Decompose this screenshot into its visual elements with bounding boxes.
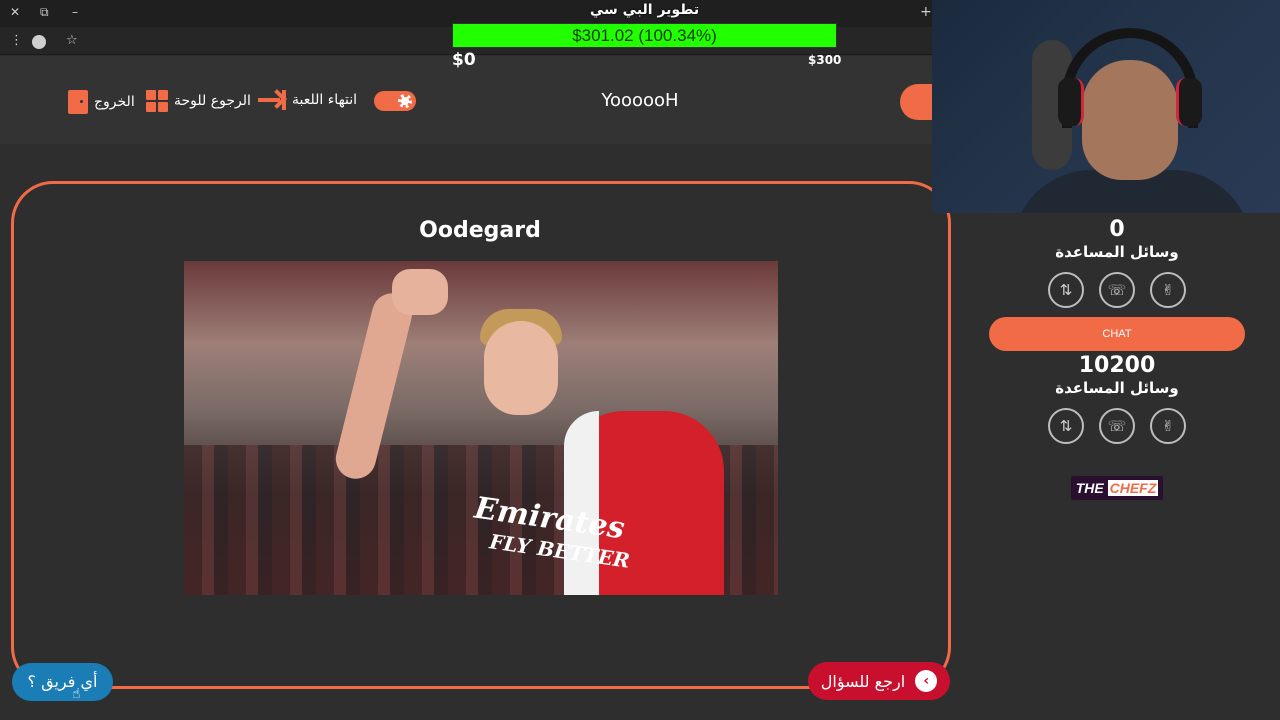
donation-goal-title: تطوير البي سي (589, 2, 700, 18)
site-info-icon[interactable] (32, 35, 46, 49)
close-window-icon[interactable]: ✕ (10, 5, 20, 19)
headset-right-cup (1176, 78, 1202, 126)
donation-max-label: $300 (808, 53, 842, 67)
minimize-window-icon[interactable]: – (72, 5, 78, 19)
current-team-name: YoooooH (601, 90, 679, 111)
phone-icon[interactable]: ☏ (1099, 272, 1135, 308)
swap-icon[interactable]: ⇅ (1048, 408, 1084, 444)
player-face (484, 321, 558, 415)
raised-fist (392, 269, 448, 315)
exit-label: الخروج (94, 94, 135, 110)
headset-left-cup (1058, 78, 1084, 126)
grid-icon (146, 90, 168, 112)
player-photo: Emirates FLY BETTER (184, 261, 778, 595)
bookmark-star-icon[interactable]: ☆ (66, 33, 78, 48)
which-team-button[interactable]: أي فريق ؟ (12, 663, 113, 701)
peace-hand-icon[interactable]: ✌ (1150, 408, 1186, 444)
back-to-board-label: الرجوع للوحة (174, 93, 251, 109)
toggle-knob (398, 94, 412, 108)
chevron-left-icon: ‹ (915, 670, 938, 692)
donation-amount: $301.02 (100.34%) (572, 26, 717, 45)
back-to-question-button[interactable]: ‹ ارجع للسؤال (808, 662, 950, 700)
hand-cursor-icon: ☝ (72, 686, 81, 702)
arrow-to-bar-icon (258, 90, 286, 110)
exit-door-icon (68, 90, 88, 114)
logo-part-chefz: CHEFZ (1107, 480, 1159, 496)
game-toggle[interactable] (374, 91, 416, 111)
back-to-question-label: ارجع للسؤال (820, 671, 906, 691)
logo-part-the: THE (1075, 480, 1108, 496)
webcam-overlay (932, 0, 1280, 213)
restore-window-icon[interactable]: ⧉ (40, 5, 49, 20)
chat-button[interactable]: CHAT (989, 317, 1245, 351)
the-chefz-logo: THE CHEFZ (1071, 476, 1163, 500)
swap-icon[interactable]: ⇅ (1048, 272, 1084, 308)
player-name-title: Oodegard (419, 218, 541, 243)
exit-button[interactable]: الخروج (68, 90, 135, 114)
donation-progress-bar: $301.02 (100.34%) (452, 23, 837, 48)
player-jersey (564, 411, 724, 595)
team1-aids-label: وسائل المساعدة (1055, 243, 1179, 261)
new-tab-icon[interactable]: + (920, 4, 932, 20)
end-game-label: انتهاء اللعبة (292, 92, 358, 108)
team2-aids-label: وسائل المساعدة (1055, 379, 1179, 397)
back-to-board-button[interactable]: الرجوع للوحة (146, 90, 251, 112)
end-game-button[interactable]: انتهاء اللعبة (258, 90, 357, 110)
phone-icon[interactable]: ☏ (1099, 408, 1135, 444)
menu-dots-icon[interactable]: ⋮ (10, 33, 23, 48)
team1-score: 0 (1109, 217, 1125, 242)
team2-score: 10200 (1078, 353, 1156, 378)
peace-hand-icon[interactable]: ✌ (1150, 272, 1186, 308)
donation-min-label: $0 (452, 50, 476, 70)
